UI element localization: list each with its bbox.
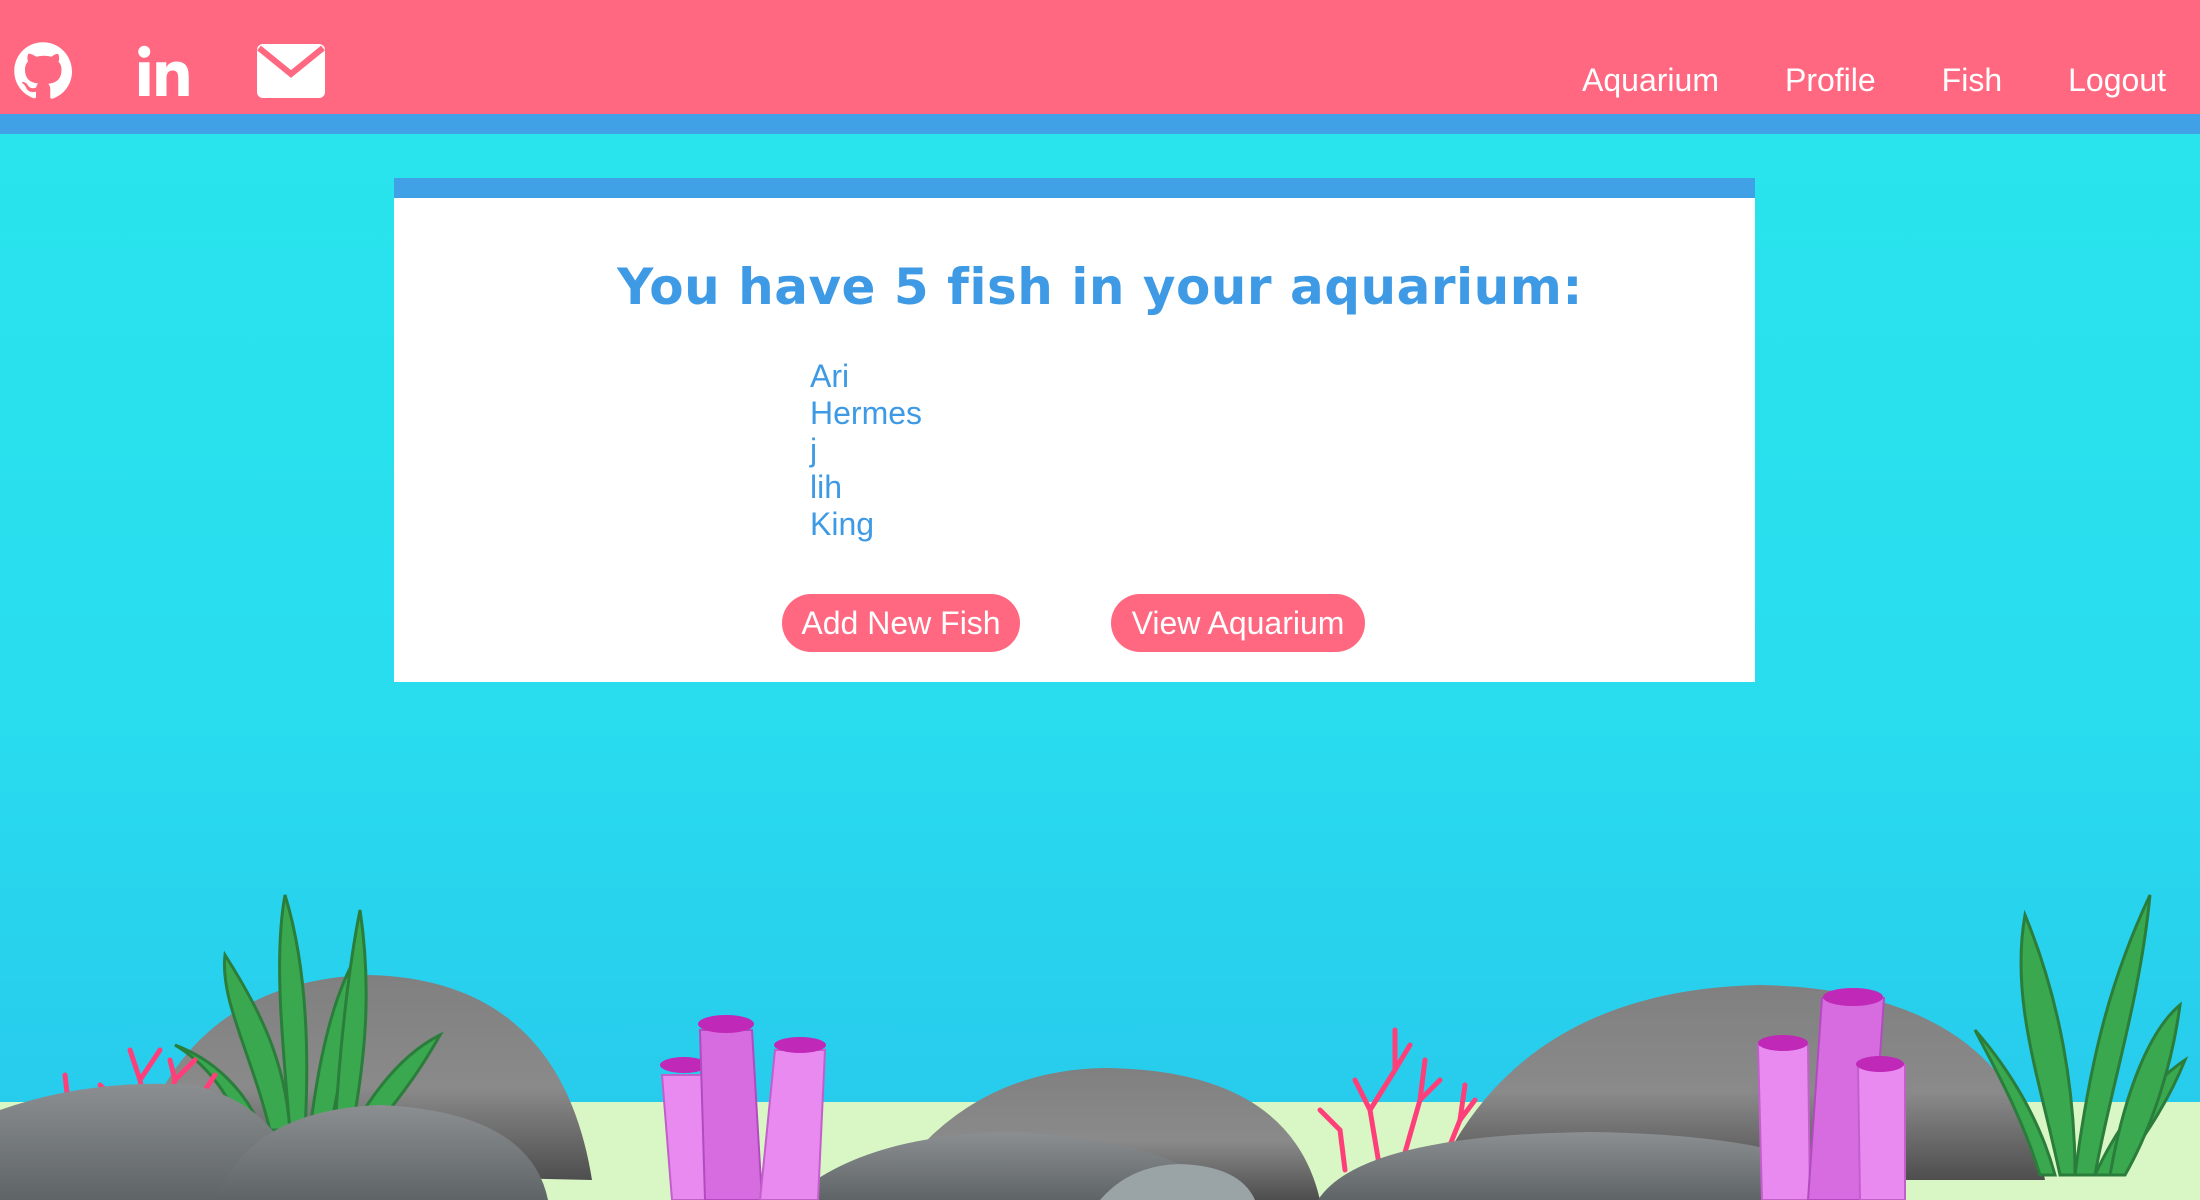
rock	[790, 1132, 1230, 1200]
fish-summary-card	[394, 178, 1755, 682]
rock	[130, 975, 592, 1180]
nav-link-logout[interactable]: Logout	[2068, 62, 2166, 99]
rock	[215, 1105, 548, 1200]
view-aquarium-button[interactable]: View Aquarium	[1111, 594, 1365, 652]
fish-list: Ari Hermes j lih King	[810, 358, 922, 543]
linkedin-icon[interactable]	[132, 38, 196, 104]
red-coral	[62, 1047, 218, 1133]
rock	[1435, 985, 2045, 1180]
rock	[1318, 1132, 1870, 1200]
list-item: Hermes	[810, 395, 923, 431]
card-accent-bar	[394, 178, 1755, 198]
list-item: King	[810, 506, 875, 542]
tube-sponge	[1756, 988, 1906, 1200]
list-item: Ari	[810, 358, 850, 394]
page-title: You have 5 fish in your aquarium:	[617, 258, 1583, 316]
sand-floor	[0, 1102, 2200, 1200]
add-new-fish-button[interactable]: Add New Fish	[782, 594, 1020, 652]
rock	[0, 1083, 300, 1200]
rock	[880, 1068, 1320, 1200]
red-coral	[1317, 1027, 1478, 1173]
nav-link-profile[interactable]: Profile	[1785, 62, 1876, 99]
list-item: j	[810, 432, 818, 468]
seaweed	[174, 894, 444, 1132]
seaweed	[1973, 894, 2189, 1177]
nav-divider	[0, 114, 2200, 134]
rock	[1100, 1164, 1255, 1200]
tube-sponge	[660, 1015, 827, 1200]
list-item: lih	[810, 469, 843, 505]
mail-icon[interactable]	[256, 38, 326, 104]
main-nav: Aquarium Profile Fish Logout	[1582, 62, 2166, 99]
nav-link-aquarium[interactable]: Aquarium	[1582, 62, 1719, 99]
github-icon[interactable]	[10, 38, 76, 104]
nav-link-fish[interactable]: Fish	[1942, 62, 2002, 99]
top-navbar: Aquarium Profile Fish Logout	[0, 0, 2200, 114]
